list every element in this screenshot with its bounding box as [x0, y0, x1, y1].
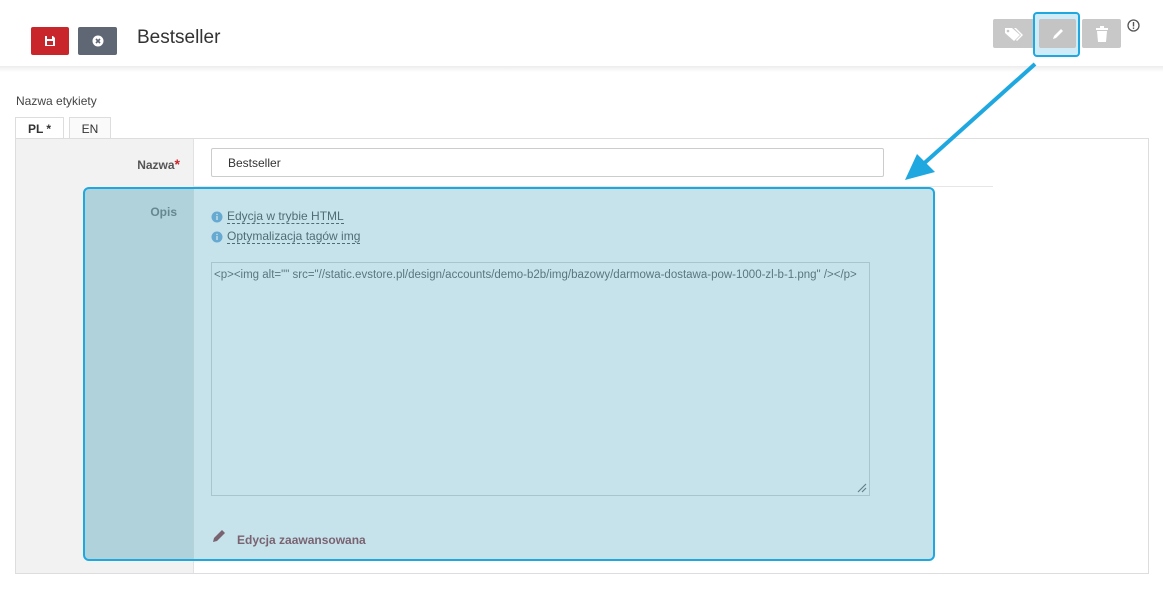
close-icon [92, 35, 103, 47]
save-icon [45, 36, 55, 46]
name-label: Nazwa* [100, 156, 180, 172]
cancel-button[interactable] [78, 27, 117, 55]
name-input[interactable] [211, 148, 884, 177]
description-highlight [83, 187, 935, 561]
required-star: * [174, 156, 180, 172]
section-label: Nazwa etykiety [16, 94, 97, 108]
edit-button[interactable] [1039, 19, 1076, 48]
delete-button[interactable] [1082, 19, 1121, 48]
save-button[interactable] [31, 27, 69, 55]
header-divider [0, 66, 1163, 72]
page-title: Bestseller [137, 27, 221, 48]
tag-button[interactable] [993, 19, 1035, 48]
pencil-icon [1052, 28, 1063, 39]
info-icon[interactable] [1127, 19, 1140, 32]
tab-en[interactable]: EN [69, 117, 111, 139]
tab-pl[interactable]: PL * [15, 117, 64, 140]
name-label-text: Nazwa [137, 158, 175, 172]
tag-icon [1005, 27, 1023, 41]
trash-icon [1095, 25, 1108, 42]
